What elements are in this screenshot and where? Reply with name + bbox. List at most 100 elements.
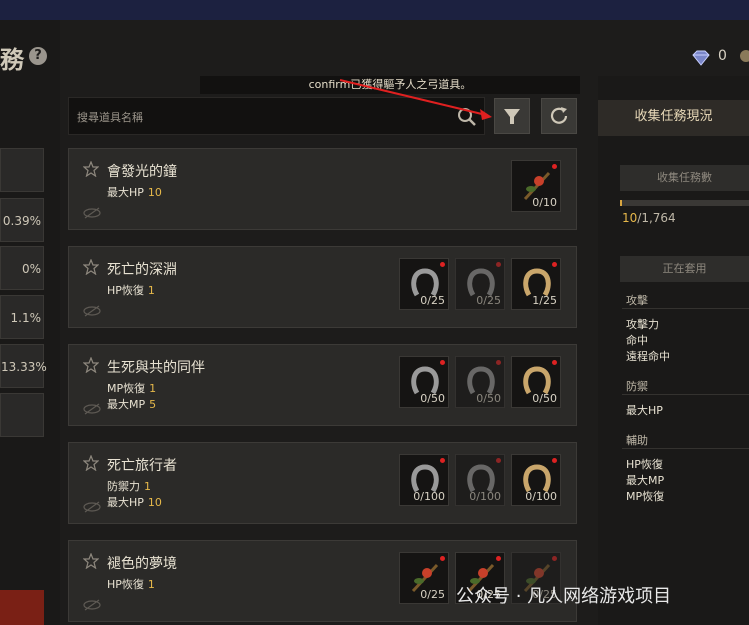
- left-stat-2: 0%: [0, 246, 44, 290]
- stat-section-title: 攻擊: [626, 294, 648, 307]
- search-input[interactable]: [75, 107, 439, 127]
- right-panel-title: 收集任務現況: [598, 100, 749, 136]
- alert-dot: [496, 458, 501, 463]
- watermark-text: 公众号 · 凡人网络游戏项目: [456, 586, 672, 607]
- left-tab-1[interactable]: [0, 148, 44, 192]
- stat-label: HP恢復: [107, 284, 144, 297]
- card-stat: MP恢復 1: [107, 380, 156, 396]
- item-slot[interactable]: 0/10: [511, 160, 561, 212]
- collection-progress-bar: [620, 200, 749, 206]
- card-stat: 最大MP 5: [107, 396, 156, 412]
- applied-header: 正在套用: [620, 256, 749, 282]
- divider: [622, 394, 749, 395]
- collection-card[interactable]: 死亡旅行者 防禦力 1 最大HP 10 0/100 0/100 0/100: [68, 442, 577, 524]
- hidden-eye-icon[interactable]: [83, 501, 101, 513]
- card-title: 死亡旅行者: [107, 458, 177, 474]
- item-slot[interactable]: 0/100: [399, 454, 449, 506]
- slot-count: 0/100: [413, 490, 445, 503]
- top-bar: [0, 0, 749, 20]
- stat-item: 最大MP: [626, 474, 665, 487]
- card-stat: HP恢復 1: [107, 576, 155, 592]
- alert-dot: [496, 360, 501, 365]
- page-title: 務: [0, 46, 24, 74]
- stat-item: 遠程命中: [626, 350, 670, 363]
- star-icon[interactable]: [83, 553, 99, 569]
- stat-label: MP恢復: [107, 382, 146, 395]
- item-slot[interactable]: 0/25: [455, 258, 505, 310]
- item-slot[interactable]: 0/100: [455, 454, 505, 506]
- alert-dot: [552, 556, 557, 561]
- card-stat: HP恢復 1: [107, 282, 155, 298]
- divider: [622, 308, 749, 309]
- filter-icon: [504, 109, 520, 124]
- collection-count-header: 收集任務數: [620, 165, 749, 191]
- left-tab-2[interactable]: [0, 393, 44, 437]
- collection-card[interactable]: 死亡的深淵 HP恢復 1 0/25 0/25 1/25: [68, 246, 577, 328]
- stat-label: HP恢復: [107, 578, 144, 591]
- left-stat-1: 0.39%: [0, 198, 44, 242]
- item-slot[interactable]: 0/25: [399, 258, 449, 310]
- filter-button[interactable]: [494, 98, 530, 134]
- search-icon[interactable]: [457, 107, 477, 127]
- slot-count: 0/25: [420, 588, 445, 601]
- left-stat-4: 13.33%: [0, 344, 47, 388]
- alert-dot: [552, 262, 557, 267]
- hidden-eye-icon[interactable]: [83, 403, 101, 415]
- hidden-eye-icon[interactable]: [83, 599, 101, 611]
- item-slot[interactable]: 0/100: [511, 454, 561, 506]
- alert-dot: [496, 262, 501, 267]
- star-icon[interactable]: [83, 357, 99, 373]
- stat-value: 1: [144, 480, 151, 493]
- alert-dot: [496, 556, 501, 561]
- item-slot[interactable]: 0/50: [455, 356, 505, 408]
- star-icon[interactable]: [83, 455, 99, 471]
- card-stat: 最大HP 10: [107, 184, 162, 200]
- stat-value: 10: [147, 186, 162, 199]
- item-slot[interactable]: 0/50: [399, 356, 449, 408]
- item-slot[interactable]: 0/25: [399, 552, 449, 604]
- alert-dot: [552, 458, 557, 463]
- slot-count: 0/25: [420, 294, 445, 307]
- alert-dot: [440, 556, 445, 561]
- collection-card[interactable]: 會發光的鐘最大HP 10 0/10: [68, 148, 577, 230]
- slot-count: 0/100: [469, 490, 501, 503]
- hidden-eye-icon[interactable]: [83, 305, 101, 317]
- refresh-icon: [550, 107, 568, 124]
- slot-count: 0/100: [525, 490, 557, 503]
- stat-value: 10: [147, 496, 162, 509]
- stat-label: 最大MP: [107, 398, 146, 411]
- collection-card[interactable]: 褪色的夢境 HP恢復 1 0/25 0/25 0/25: [68, 540, 577, 622]
- coin-icon: [740, 50, 749, 62]
- search-bar[interactable]: [68, 97, 485, 135]
- stat-label: 最大HP: [107, 186, 144, 199]
- refresh-button[interactable]: [541, 98, 577, 134]
- left-stat-3: 1.1%: [0, 295, 44, 339]
- left-red-tab[interactable]: [0, 590, 44, 625]
- stat-label: 防禦力: [107, 480, 140, 493]
- card-title: 死亡的深淵: [107, 262, 177, 278]
- slot-count: 0/25: [476, 294, 501, 307]
- stat-value: 1: [147, 284, 155, 297]
- help-icon[interactable]: ?: [29, 47, 47, 65]
- slot-count: 0/50: [420, 392, 445, 405]
- stat-value: 1: [149, 382, 157, 395]
- star-icon[interactable]: [83, 259, 99, 275]
- stat-label: 最大HP: [107, 496, 144, 509]
- stat-item: 最大HP: [626, 404, 663, 417]
- item-slot[interactable]: 1/25: [511, 258, 561, 310]
- collection-card[interactable]: 生死與共的同伴 MP恢復 1 最大MP 5 0/50 0/50 0/50: [68, 344, 577, 426]
- card-stat: 防禦力 1: [107, 478, 151, 494]
- stat-section-title: 輔助: [626, 434, 648, 447]
- diamond-count: 0: [718, 48, 727, 64]
- hidden-eye-icon[interactable]: [83, 207, 101, 219]
- stat-value: 5: [149, 398, 157, 411]
- card-title: 生死與共的同伴: [107, 360, 205, 376]
- card-title: 會發光的鐘: [107, 164, 177, 180]
- stat-item: 攻擊力: [626, 318, 659, 331]
- alert-dot: [440, 262, 445, 267]
- stat-section-title: 防禦: [626, 380, 648, 393]
- slot-count: 0/10: [532, 196, 557, 209]
- star-icon[interactable]: [83, 161, 99, 177]
- item-slot[interactable]: 0/50: [511, 356, 561, 408]
- slot-count: 1/25: [532, 294, 557, 307]
